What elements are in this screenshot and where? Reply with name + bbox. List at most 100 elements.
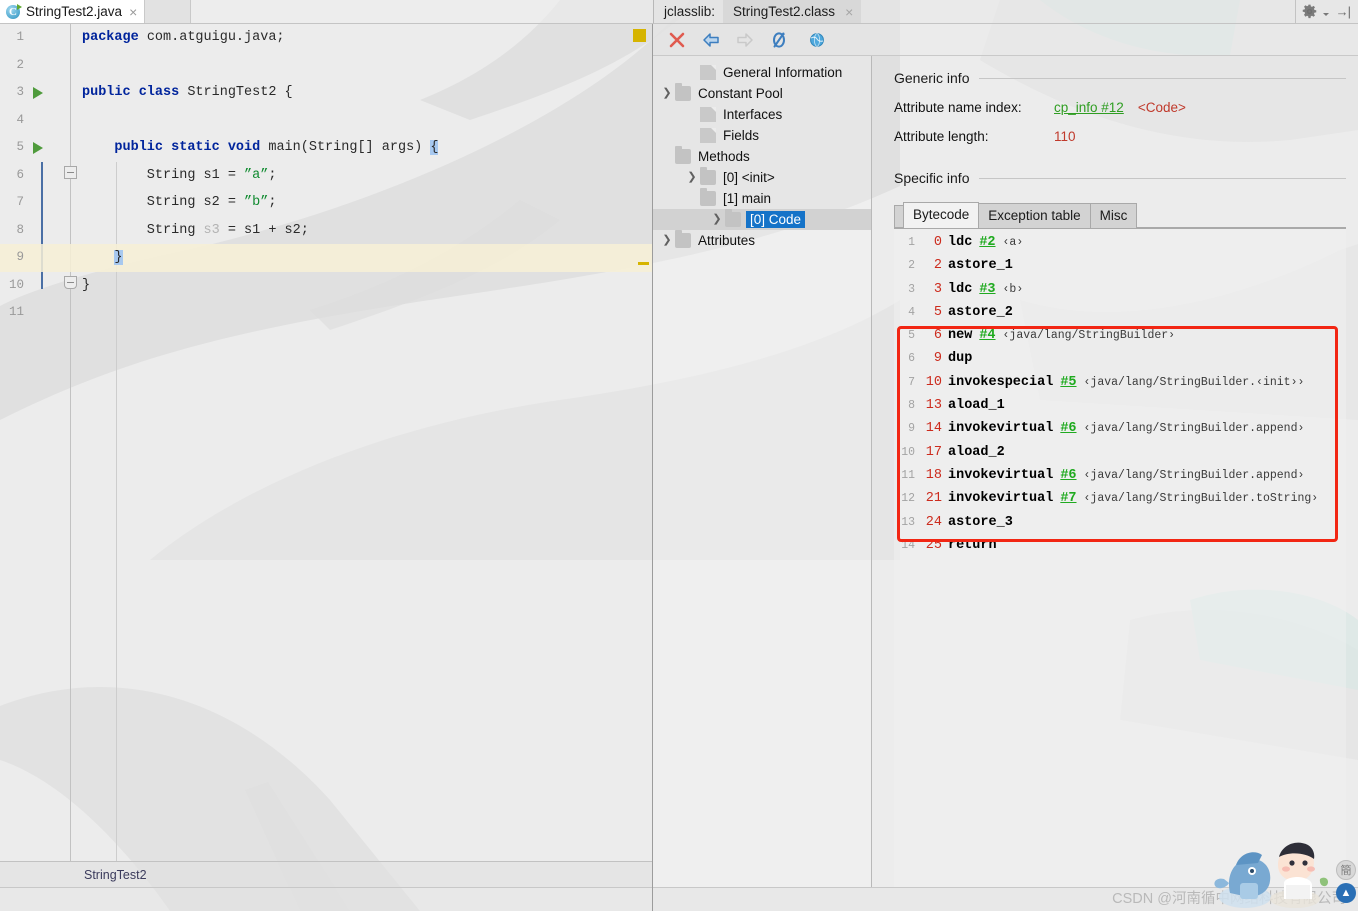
run-gutter-icon[interactable] — [33, 142, 43, 154]
jclasslib-class-tab[interactable]: StringTest2.class × — [723, 0, 861, 23]
close-icon[interactable]: × — [127, 5, 137, 19]
code-line[interactable]: String s3 = s1 + s2; — [78, 217, 652, 245]
bytecode-constant-ref-link[interactable]: #2 — [979, 235, 995, 250]
bytecode-constant-ref-link[interactable]: #7 — [1060, 491, 1076, 506]
bytecode-row[interactable]: 4 5 astore_2 — [894, 305, 1346, 328]
folder-icon — [675, 233, 691, 248]
back-button[interactable] — [701, 30, 721, 50]
gutter-line[interactable]: 10 — [0, 272, 78, 300]
code-line[interactable]: String s2 = ”b”; — [78, 189, 652, 217]
bytecode-constant-ref-link[interactable]: #4 — [979, 328, 995, 343]
tab-misc[interactable]: Misc — [1090, 203, 1138, 228]
tree-node-general-information[interactable]: General Information — [653, 62, 871, 83]
editor-breadcrumb-label: StringTest2 — [84, 868, 147, 882]
hide-panel-icon[interactable]: →| — [1336, 4, 1350, 19]
gutter-line[interactable]: 11 — [0, 299, 78, 327]
bytecode-offset: 25 — [922, 538, 948, 553]
tree-node-fields[interactable]: Fields — [653, 125, 871, 146]
tree-node-constant-pool[interactable]: ❯ Constant Pool — [653, 83, 871, 104]
code-token-plain: = s1 + s2; — [220, 223, 309, 238]
editor-file-tab[interactable]: C StringTest2.java × — [0, 0, 145, 23]
bytecode-constant-ref-link[interactable]: #6 — [1060, 421, 1076, 436]
class-structure-tree[interactable]: General Information ❯ Constant Pool Interf… — [653, 56, 872, 887]
attribute-name-index-link[interactable]: cp_info #12 — [1054, 100, 1124, 115]
bytecode-row[interactable]: 12 21 invokevirtual #7 ‹java/lang/StringBuil… — [894, 491, 1346, 514]
code-line[interactable] — [78, 52, 652, 80]
bytecode-instruction-list: 1 0 ldc #2 ‹a› 2 2 astore_1 3 3 ldc #3 ‹b› 4 5 astore_2… — [894, 229, 1346, 561]
code-line[interactable] — [78, 107, 652, 135]
chevron-right-icon[interactable]: ❯ — [659, 88, 675, 99]
line-number: 7 — [0, 189, 26, 217]
tab-bytecode[interactable]: Bytecode — [903, 202, 979, 228]
bytecode-row[interactable]: 1 0 ldc #2 ‹a› — [894, 235, 1346, 258]
bytecode-constant-ref-link[interactable]: #3 — [979, 282, 995, 297]
code-line[interactable] — [78, 299, 652, 327]
tree-node-methods[interactable]: ⱟ Methods — [653, 146, 871, 167]
editor-marker-rail[interactable] — [640, 24, 652, 861]
bytecode-constant-ref-link[interactable]: #6 — [1060, 468, 1076, 483]
bytecode-row[interactable]: 14 25 return — [894, 538, 1346, 561]
close-icon[interactable]: × — [843, 5, 853, 19]
header-rule — [979, 178, 1346, 179]
gutter-line[interactable]: 5 — [0, 134, 78, 162]
bytecode-row[interactable]: 3 3 ldc #3 ‹b› — [894, 282, 1346, 305]
code-editor[interactable]: 1 2 3 4 5 6 7 8 9 10 11 package com.atguigu.java; p… — [0, 24, 652, 861]
bytecode-row[interactable]: 2 2 astore_1 — [894, 258, 1346, 281]
bytecode-row[interactable]: 5 6 new #4 ‹java/lang/StringBuilder› — [894, 328, 1346, 351]
gutter-line[interactable]: 3 — [0, 79, 78, 107]
gutter-line[interactable]: 1 — [0, 24, 78, 52]
gutter-line[interactable]: 4 — [0, 107, 78, 135]
code-line[interactable]: public static void main(String[] args) { — [78, 134, 652, 162]
code-editor-pane: 1 2 3 4 5 6 7 8 9 10 11 package com.atguigu.java; p… — [0, 24, 653, 911]
bytecode-row[interactable]: 10 17 aload_2 — [894, 445, 1346, 468]
bytecode-row[interactable]: 8 13 aload_1 — [894, 398, 1346, 421]
attribute-name-index-label: Attribute name index: — [894, 100, 1054, 115]
close-button[interactable] — [667, 30, 687, 50]
bytecode-row[interactable]: 9 14 invokevirtual #6 ‹java/lang/StringBuild… — [894, 421, 1346, 444]
bytecode-listing-panel[interactable]: 1 0 ldc #2 ‹a› 2 2 astore_1 3 3 ldc #3 ‹b› 4 5 astore_2… — [894, 228, 1346, 887]
gear-icon[interactable] — [1302, 4, 1317, 19]
bytecode-opcode: aload_2 — [948, 445, 1005, 460]
tree-node-0-init[interactable]: ❯ [0] <init> — [653, 167, 871, 188]
chevron-down-icon[interactable] — [1323, 13, 1329, 16]
code-line[interactable]: } — [78, 272, 652, 300]
bytecode-constant-ref-link[interactable]: #5 — [1060, 375, 1076, 390]
bytecode-row[interactable]: 11 18 invokevirtual #6 ‹java/lang/StringBuil… — [894, 468, 1346, 491]
code-line[interactable]: String s1 = ”a”; — [78, 162, 652, 190]
chevron-right-icon[interactable]: ❯ — [659, 235, 675, 246]
chevron-down-icon[interactable]: ⱟ — [684, 193, 700, 204]
tree-node-interfaces[interactable]: Interfaces — [653, 104, 871, 125]
gutter-line[interactable]: 2 — [0, 52, 78, 80]
code-line[interactable]: package com.atguigu.java; — [78, 24, 652, 52]
bytecode-opcode: dup — [948, 351, 972, 366]
chevron-right-icon[interactable]: ❯ — [684, 172, 700, 183]
code-line[interactable]: } — [78, 244, 652, 272]
gutter-spacer — [33, 307, 43, 319]
inspection-status-icon[interactable] — [633, 29, 646, 42]
line-number: 9 — [0, 244, 26, 272]
tab-exception-table[interactable]: Exception table — [978, 203, 1090, 228]
ide-window: C StringTest2.java × jclasslib: StringTe… — [0, 0, 1358, 911]
browse-button[interactable] — [807, 30, 827, 50]
warning-stripe-marker[interactable] — [638, 262, 649, 265]
gutter-line[interactable]: 8 — [0, 217, 78, 245]
reload-button[interactable] — [769, 30, 789, 50]
code-text-area[interactable]: package com.atguigu.java; public class St… — [78, 24, 652, 861]
tree-node-1-main[interactable]: ⱟ [1] main — [653, 188, 871, 209]
bytecode-row[interactable]: 6 9 dup — [894, 351, 1346, 374]
tree-node-attributes[interactable]: ❯ Attributes — [653, 230, 871, 251]
editor-gutter[interactable]: 1 2 3 4 5 6 7 8 9 10 11 — [0, 24, 78, 861]
code-token-plain: main(String[] args) — [268, 140, 430, 155]
gutter-line[interactable]: 6 — [0, 162, 78, 190]
chevron-down-icon[interactable]: ⱟ — [659, 151, 675, 162]
bytecode-row[interactable]: 7 10 invokespecial #5 ‹java/lang/StringBuild… — [894, 375, 1346, 398]
code-token-plain: String — [82, 223, 204, 238]
tree-node-0-code[interactable]: ❯ [0] Code — [653, 209, 871, 230]
gutter-line[interactable]: 7 — [0, 189, 78, 217]
chevron-right-icon[interactable]: ❯ — [709, 214, 725, 225]
editor-tab-filler — [145, 0, 191, 23]
run-gutter-icon[interactable] — [33, 87, 43, 99]
gutter-line[interactable]: 9 — [0, 244, 78, 272]
bytecode-row[interactable]: 13 24 astore_3 — [894, 515, 1346, 538]
code-line[interactable]: public class StringTest2 { — [78, 79, 652, 107]
